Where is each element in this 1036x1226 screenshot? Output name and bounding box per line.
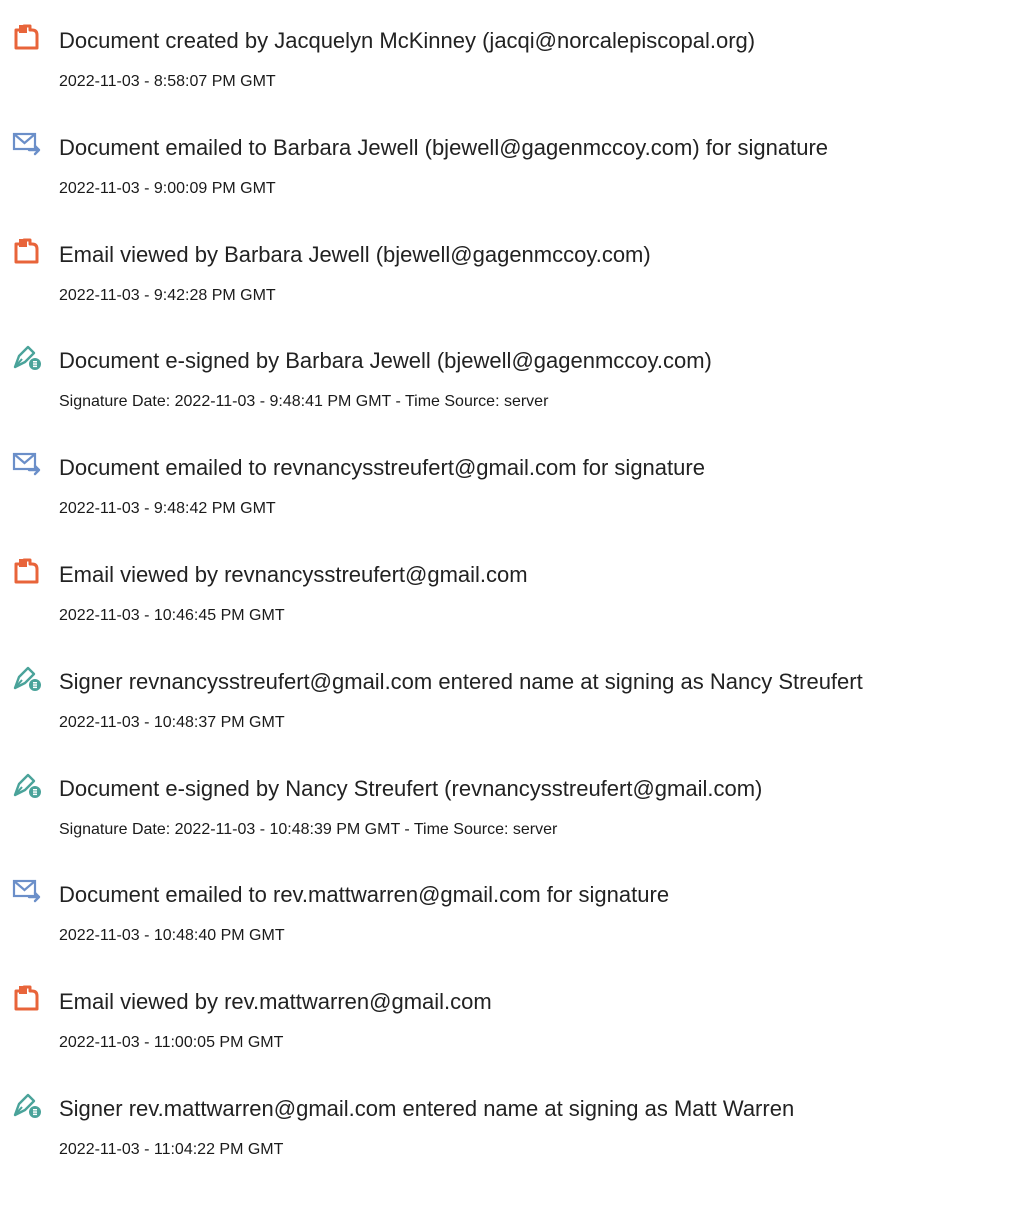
document-icon <box>14 24 39 50</box>
event-timestamp: 2022-11-03 - 8:58:07 PM GMT <box>59 73 276 90</box>
email-sent-icon <box>12 452 41 476</box>
event-description: Document emailed to rev.mattwarren@gmail… <box>59 882 670 907</box>
event-timestamp: 2022-11-03 - 11:04:22 PM GMT <box>59 1141 284 1158</box>
audit-event: Document emailed to Barbara Jewell (bjew… <box>0 129 1036 209</box>
event-description: Document emailed to revnancysstreufert@g… <box>59 455 705 480</box>
esign-pen-icon <box>13 773 41 798</box>
email-sent-icon <box>12 879 41 903</box>
event-description: Email viewed by rev.mattwarren@gmail.com <box>59 989 492 1014</box>
document-icon <box>14 558 39 584</box>
esign-pen-icon <box>13 1093 41 1118</box>
event-description: Document e-signed by Barbara Jewell (bje… <box>59 348 712 373</box>
event-timestamp: 2022-11-03 - 9:48:42 PM GMT <box>59 500 276 517</box>
audit-event: Email viewed by Barbara Jewell (bjewell@… <box>0 236 1036 316</box>
event-description: Signer revnancysstreufert@gmail.com ente… <box>59 669 863 694</box>
audit-event: Document created by Jacquelyn McKinney (… <box>0 22 1036 102</box>
event-timestamp: Signature Date: 2022-11-03 - 10:48:39 PM… <box>59 821 558 838</box>
email-sent-icon <box>12 132 41 156</box>
esign-pen-icon <box>13 345 41 370</box>
event-description: Signer rev.mattwarren@gmail.com entered … <box>59 1096 795 1121</box>
audit-event: Document emailed to revnancysstreufert@g… <box>0 449 1036 529</box>
event-timestamp: 2022-11-03 - 10:46:45 PM GMT <box>59 607 285 624</box>
event-description: Document e-signed by Nancy Streufert (re… <box>59 776 763 801</box>
event-description: Email viewed by Barbara Jewell (bjewell@… <box>59 242 651 267</box>
document-icon <box>14 238 39 264</box>
document-icon <box>14 985 39 1011</box>
event-timestamp: Signature Date: 2022-11-03 - 9:48:41 PM … <box>59 393 549 410</box>
event-description: Email viewed by revnancysstreufert@gmail… <box>59 562 528 587</box>
audit-event: Email viewed by revnancysstreufert@gmail… <box>0 556 1036 636</box>
event-timestamp: 2022-11-03 - 9:00:09 PM GMT <box>59 180 276 197</box>
event-description: Document created by Jacquelyn McKinney (… <box>59 28 756 53</box>
audit-event: Document e-signed by Nancy Streufert (re… <box>0 770 1036 850</box>
audit-event: Document e-signed by Barbara Jewell (bje… <box>0 342 1036 422</box>
event-timestamp: 2022-11-03 - 10:48:40 PM GMT <box>59 927 285 944</box>
event-description: Document emailed to Barbara Jewell (bjew… <box>59 135 829 160</box>
event-timestamp: 2022-11-03 - 9:42:28 PM GMT <box>59 287 276 304</box>
audit-event: Document emailed to rev.mattwarren@gmail… <box>0 876 1036 956</box>
event-timestamp: 2022-11-03 - 11:00:05 PM GMT <box>59 1034 284 1051</box>
esign-pen-icon <box>13 666 41 691</box>
audit-event: Email viewed by rev.mattwarren@gmail.com… <box>0 983 1036 1063</box>
audit-event: Signer revnancysstreufert@gmail.com ente… <box>0 663 1036 743</box>
event-timestamp: 2022-11-03 - 10:48:37 PM GMT <box>59 714 285 731</box>
audit-event: Signer rev.mattwarren@gmail.com entered … <box>0 1090 1036 1170</box>
